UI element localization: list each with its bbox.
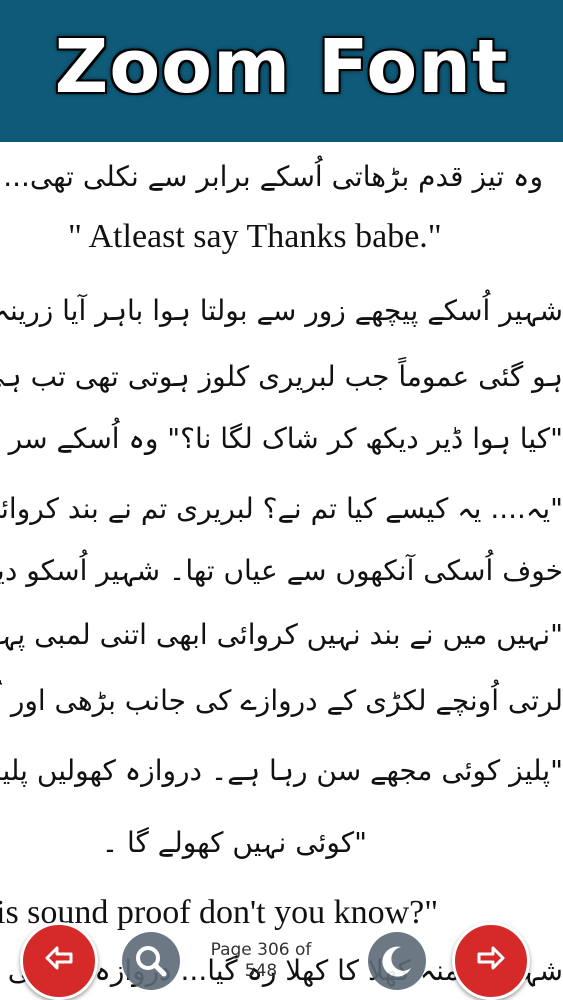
text-line: "پلیز کوئی مجھے سن رہا ہے۔ دروازہ کھولیں…: [0, 754, 563, 787]
text-line: "یہ.... یہ کیسے کیا تم نے؟ لبریری تم نے …: [0, 492, 563, 525]
text-line: خوف اُسکی آنکھوں سے عیاں تھا۔ شہیر اُسکو…: [0, 554, 563, 587]
night-mode-button[interactable]: [368, 932, 426, 990]
text-line: ہو گئی عموماً جب لبریری کلوز ہوتی تھی تب…: [0, 360, 563, 393]
arrow-right-icon: [477, 946, 505, 970]
app-header: Zoom Font: [0, 0, 563, 142]
text-line: " Atleast say Thanks babe.": [68, 218, 442, 255]
page-total-label: 548: [244, 961, 278, 981]
search-button[interactable]: [122, 932, 180, 990]
app-title: Zoom Font: [54, 24, 509, 110]
text-line: وہ تیز قدم بڑھاتی اُسکے برابر سے نکلی تھ…: [3, 160, 543, 193]
next-page-button[interactable]: [452, 922, 530, 1000]
previous-page-button[interactable]: [20, 922, 98, 1000]
text-line: لرتی اُونچے لکڑی کے دروازے کی جانب بڑھی …: [0, 684, 563, 717]
moon-icon: [382, 946, 411, 977]
text-line: "کوئی نہیں کھولے گا ۔: [101, 826, 367, 859]
page-indicator: Page 306 of 548: [196, 940, 326, 982]
text-line: "نہیں میں نے بند نہیں کروائی ابھی اتنی ل…: [0, 618, 563, 651]
arrow-left-icon: [45, 946, 73, 970]
text-line: "کیا ہوا ڈیر دیکھ کر شاک لگا نا؟" وہ اُس…: [0, 422, 563, 455]
search-icon: [136, 946, 167, 977]
text-line: شہیر اُسکے پیچھے زور سے بولتا ہوا باہر آ…: [0, 294, 563, 327]
reader-page[interactable]: وہ تیز قدم بڑھاتی اُسکے برابر سے نکلی تھ…: [0, 142, 563, 1000]
page-number-label: Page 306 of: [210, 940, 312, 960]
